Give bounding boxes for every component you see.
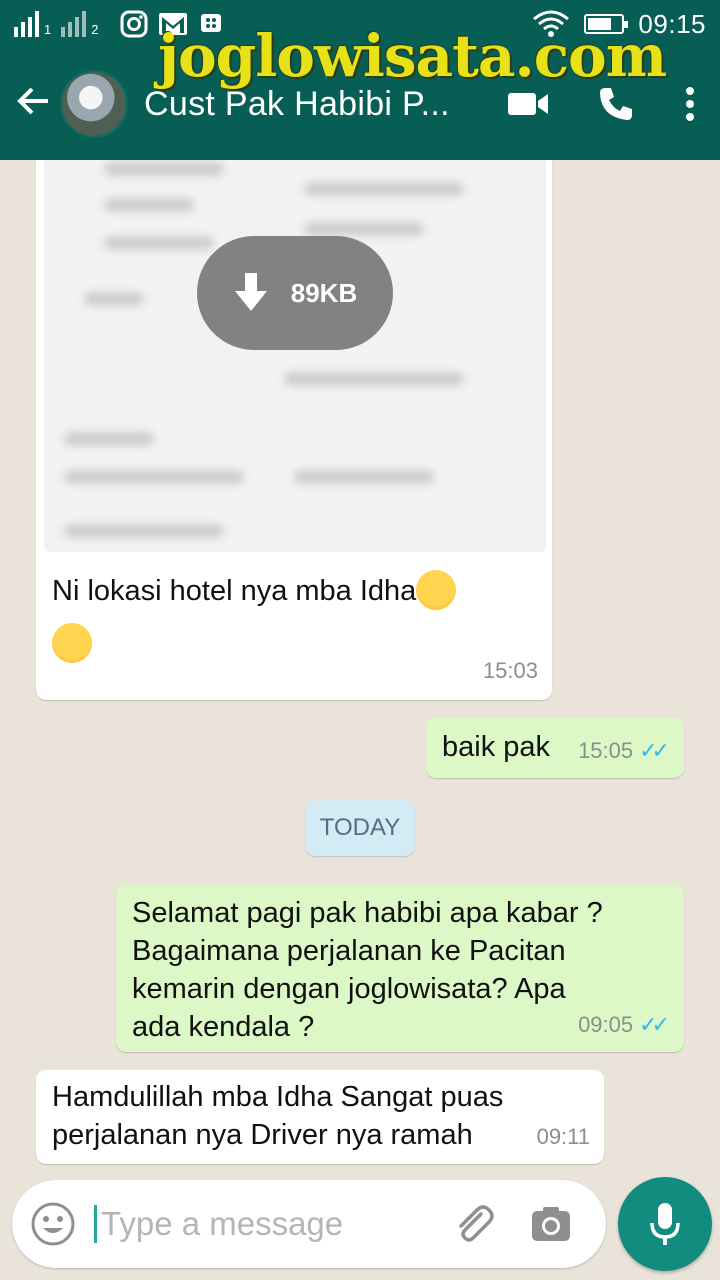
chat-area[interactable]: 89KB Ni lokasi hotel nya mba Idha 15:03 … [0,160,720,1176]
download-button[interactable]: 89KB [197,236,393,350]
download-icon [234,273,267,311]
message-time: 09:11 [536,1124,590,1149]
message-in-document[interactable]: 89KB Ni lokasi hotel nya mba Idha 15:03 [36,160,552,700]
composer [12,1180,606,1268]
date-divider: TODAY [305,800,415,856]
avatar[interactable] [60,70,128,138]
message-input[interactable] [94,1205,434,1243]
mic-icon [650,1203,680,1245]
message-meta: 15:03 [483,652,538,690]
mic-button[interactable] [618,1177,712,1271]
camera-icon[interactable] [512,1180,590,1268]
file-size: 89KB [290,278,358,308]
message-time: 15:05 [578,738,634,763]
relieved-face-icon [52,622,92,663]
message-time: 15:03 [482,658,538,683]
back-arrow-icon[interactable] [14,81,58,128]
message-line: Selamat pagi pak habibi apa kabar ? [132,897,603,929]
message-meta: 15:05 ✓✓ [578,732,670,770]
message-meta: 09:11 [537,1118,590,1156]
watermark: joglowisata.com [158,22,667,90]
message-line: Bagaimana perjalanan ke Pacitan [132,935,566,967]
instagram-icon [120,10,148,38]
message-time: 09:05 [578,1012,634,1037]
message-line: kemarin dengan joglowisata? Apa [132,973,566,1005]
attach-icon[interactable] [434,1180,512,1268]
message-in[interactable]: Hamdulillah mba Idha Sangat puas perjala… [36,1070,604,1164]
message-line: perjalanan nya Driver nya ramah [52,1119,473,1151]
message-line: ada kendala ? [132,1011,315,1043]
message-caption: Ni lokasi hotel nya mba Idha [52,575,417,607]
message-meta: 09:05 ✓✓ [578,1006,670,1044]
sim-2-label: 2 [91,22,99,37]
smiling-face-icon [416,570,457,611]
more-vert-icon[interactable] [660,74,720,134]
signal-icon: 1 [14,11,51,37]
document-preview[interactable]: 89KB [44,160,546,552]
read-ticks-icon: ✓✓ [639,1012,670,1037]
signal-icon-2: 2 [61,11,98,37]
message-out[interactable]: baik pak 15:05 ✓✓ [426,718,684,778]
message-out[interactable]: Selamat pagi pak habibi apa kabar ? Baga… [116,884,684,1052]
message-line: Hamdulillah mba Idha Sangat puas [52,1081,504,1113]
read-ticks-icon: ✓✓ [639,738,670,763]
emoji-icon[interactable] [12,1180,94,1268]
contact-name[interactable]: Cust Pak Habibi P... [144,85,464,124]
message-text: baik pak [442,731,551,763]
sim-1-label: 1 [44,22,52,37]
